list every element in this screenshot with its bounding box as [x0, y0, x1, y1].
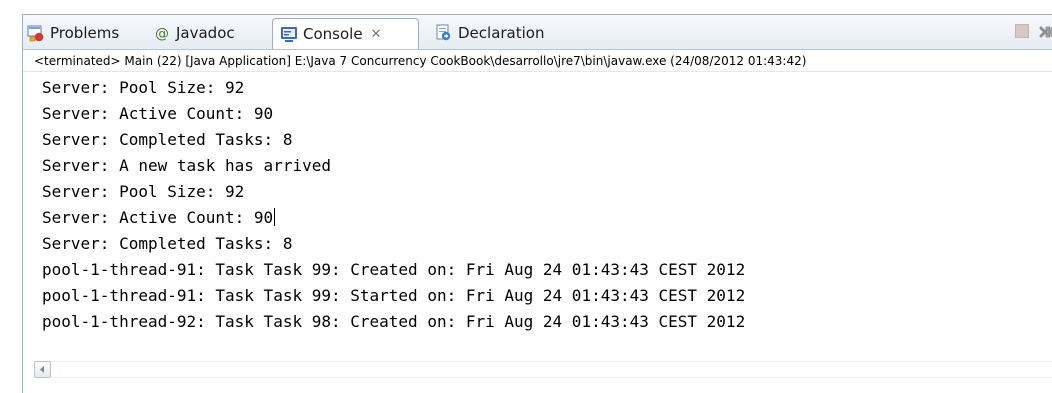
console-line: Server: Active Count: 90 [42, 208, 274, 227]
console-line: Server: Pool Size: 92 [42, 182, 245, 201]
text-caret [274, 208, 276, 226]
scrollbar-track[interactable] [51, 361, 1052, 378]
view-tab-bar: Problems @ Javadoc Console ✕ Declaration [23, 15, 1052, 50]
javadoc-icon: @ [155, 24, 169, 42]
console-line: Server: Completed Tasks: 8 [42, 130, 293, 149]
tab-javadoc[interactable]: @ Javadoc [155, 19, 235, 47]
problems-icon [27, 24, 45, 42]
console-line: Server: Active Count: 90 [42, 104, 274, 123]
svg-text:@: @ [155, 26, 169, 42]
scroll-left-button[interactable] [34, 361, 51, 378]
tab-problems[interactable]: Problems [27, 19, 119, 47]
horizontal-scrollbar[interactable] [23, 360, 1052, 381]
tab-declaration[interactable]: Declaration [435, 19, 544, 47]
console-line: Server: Pool Size: 92 [42, 78, 245, 97]
close-icon[interactable]: ✕ [371, 28, 382, 41]
console-line-with-caret: Server: Active Count: 90 [42, 205, 1047, 231]
console-line: pool-1-thread-91: Task Task 99: Started … [42, 286, 746, 305]
process-status-label: <terminated> Main (22) [Java Application… [23, 50, 1052, 72]
declaration-icon [435, 24, 453, 42]
tab-javadoc-label: Javadoc [176, 24, 235, 42]
console-output[interactable]: Server: Pool Size: 92 Server: Active Cou… [42, 75, 1047, 335]
terminate-button[interactable] [1015, 24, 1029, 38]
tab-console-label: Console [303, 25, 363, 43]
console-view: Problems @ Javadoc Console ✕ Declaration… [22, 14, 1052, 393]
tab-console[interactable]: Console ✕ [272, 18, 419, 49]
tab-declaration-label: Declaration [458, 24, 545, 42]
console-line: Server: Completed Tasks: 8 [42, 234, 293, 253]
console-line: pool-1-thread-91: Task Task 99: Created … [42, 260, 746, 279]
remove-launch-button[interactable] [1038, 24, 1052, 38]
chevron-left-icon [40, 366, 44, 373]
console-icon [280, 25, 298, 43]
tab-problems-label: Problems [50, 24, 120, 42]
console-line: Server: A new task has arrived [42, 156, 331, 175]
console-line: pool-1-thread-92: Task Task 98: Created … [42, 312, 746, 331]
